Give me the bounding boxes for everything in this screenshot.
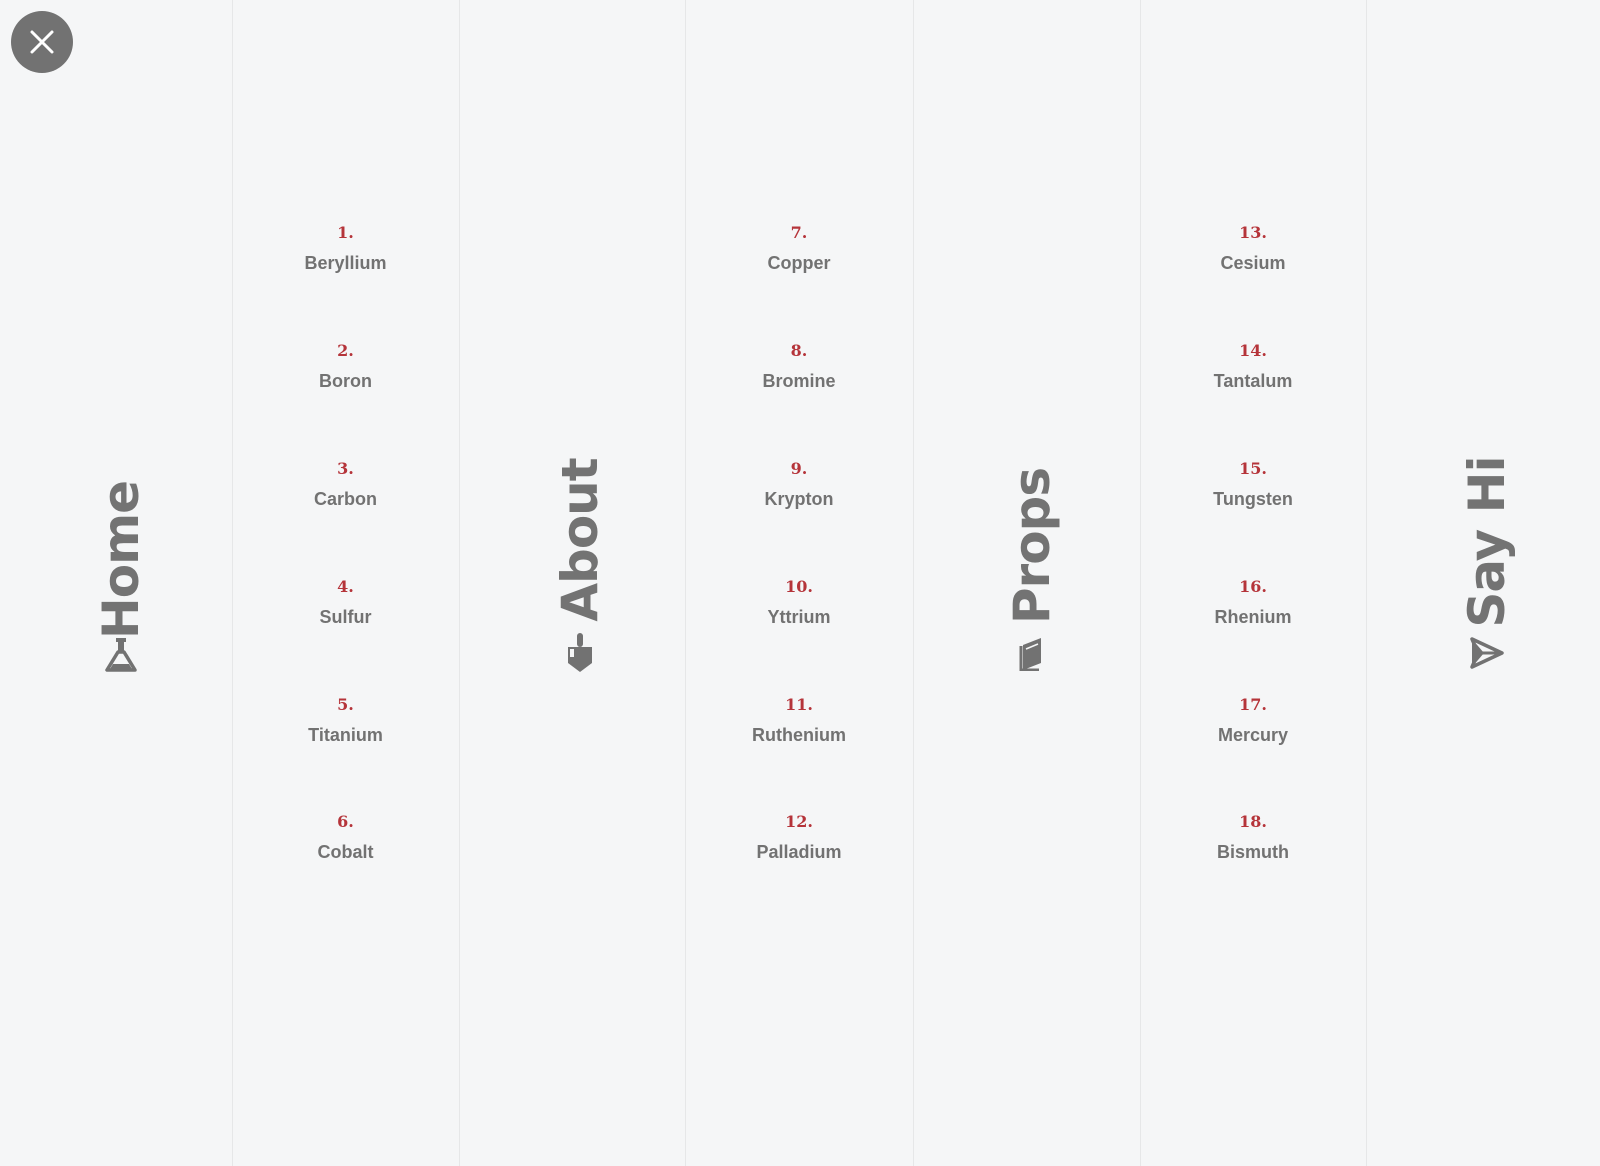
nav-say-hi-label: Say Hi	[1458, 456, 1516, 628]
item-number: 2.	[337, 341, 354, 360]
item-name: Sulfur	[319, 607, 372, 627]
nav-say-hi[interactable]: Say Hi	[1366, 0, 1600, 1166]
list-item[interactable]: 17. Mercury	[1140, 694, 1366, 764]
item-name: Yttrium	[767, 607, 831, 627]
list-item[interactable]: 10. Yttrium	[685, 576, 913, 646]
flask-icon	[103, 637, 139, 673]
item-number: 9.	[790, 459, 808, 478]
nav-props[interactable]: Props	[913, 0, 1140, 1166]
nav-home-label: Home	[92, 480, 150, 640]
item-number: 1.	[337, 223, 354, 242]
item-name: Bromine	[762, 371, 836, 391]
item-number: 11.	[785, 695, 813, 714]
list-item[interactable]: 9. Krypton	[685, 458, 913, 528]
item-name: Bismuth	[1217, 842, 1289, 862]
list-item[interactable]: 5. Titanium	[232, 694, 459, 764]
element-list-3: 13. Cesium 14. Tantalum 15. Tungsten 16.…	[1140, 0, 1366, 1166]
item-number: 3.	[337, 459, 354, 478]
item-name: Boron	[319, 371, 372, 391]
item-name: Palladium	[756, 842, 842, 862]
hand-pointing-icon	[562, 633, 598, 672]
element-list-2: 7. Copper 8. Bromine 9. Krypton 10. Yttr…	[685, 0, 913, 1166]
item-name: Tantalum	[1213, 371, 1293, 391]
list-item[interactable]: 2. Boron	[232, 340, 459, 410]
item-name: Mercury	[1217, 725, 1289, 745]
item-name: Krypton	[764, 489, 834, 509]
list-item[interactable]: 18. Bismuth	[1140, 811, 1366, 881]
list-item[interactable]: 6. Cobalt	[232, 811, 459, 881]
list-item[interactable]: 15. Tungsten	[1140, 458, 1366, 528]
item-number: 10.	[785, 577, 813, 596]
item-name: Carbon	[314, 489, 377, 509]
list-item[interactable]: 7. Copper	[685, 222, 913, 292]
nav-about[interactable]: About	[459, 0, 685, 1166]
item-name: Rhenium	[1214, 607, 1292, 627]
list-item[interactable]: 12. Palladium	[685, 811, 913, 881]
list-item[interactable]: 11. Ruthenium	[685, 694, 913, 764]
item-number: 17.	[1239, 695, 1267, 714]
nav-home[interactable]: Home	[0, 0, 232, 1166]
item-number: 14.	[1239, 341, 1267, 360]
element-list-1: 1. Beryllium 2. Boron 3. Carbon 4. Sulfu…	[232, 0, 459, 1166]
item-number: 8.	[790, 341, 808, 360]
nav-about-label: About	[551, 458, 609, 622]
list-item[interactable]: 13. Cesium	[1140, 222, 1366, 292]
menu-overlay: Home 1. Beryllium 2. Boron 3. Carbon 4. …	[0, 0, 1600, 1166]
list-item[interactable]: 1. Beryllium	[232, 222, 459, 292]
item-number: 18.	[1239, 812, 1267, 831]
item-number: 5.	[337, 695, 354, 714]
list-item[interactable]: 4. Sulfur	[232, 576, 459, 646]
item-name: Copper	[767, 253, 831, 273]
item-number: 12.	[785, 812, 813, 831]
item-number: 15.	[1239, 459, 1267, 478]
item-number: 13.	[1239, 223, 1267, 242]
item-name: Tungsten	[1213, 489, 1293, 509]
item-number: 16.	[1239, 577, 1267, 596]
item-name: Beryllium	[304, 253, 387, 273]
item-name: Cobalt	[317, 842, 374, 862]
nav-props-label: Props	[1003, 467, 1061, 625]
list-item[interactable]: 14. Tantalum	[1140, 340, 1366, 410]
book-icon	[1014, 636, 1050, 672]
item-number: 6.	[337, 812, 354, 831]
item-number: 7.	[790, 223, 808, 242]
item-name: Ruthenium	[752, 725, 846, 745]
item-name: Titanium	[308, 725, 383, 745]
list-item[interactable]: 8. Bromine	[685, 340, 913, 410]
list-item[interactable]: 16. Rhenium	[1140, 576, 1366, 646]
item-number: 4.	[337, 577, 354, 596]
paper-plane-icon	[1469, 635, 1505, 671]
item-name: Cesium	[1220, 253, 1286, 273]
list-item[interactable]: 3. Carbon	[232, 458, 459, 528]
